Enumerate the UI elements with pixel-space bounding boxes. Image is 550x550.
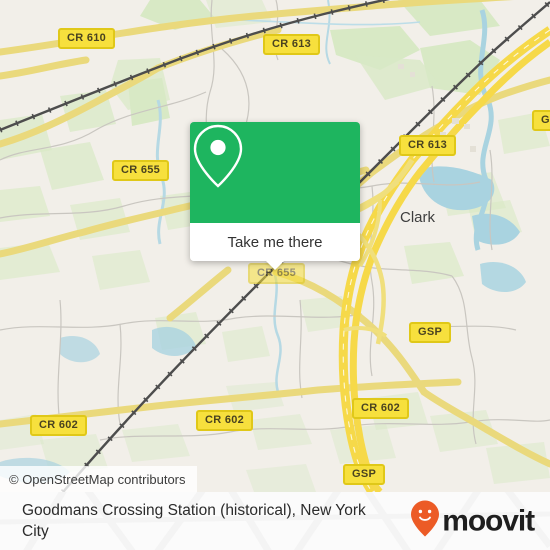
moovit-logo[interactable]: moovit bbox=[410, 500, 535, 543]
screenshot-root: CR 610 CR 613 CR 613 GSP CR 655 CR 655 G… bbox=[0, 0, 550, 550]
footer-bar: Goodmans Crossing Station (historical), … bbox=[0, 492, 550, 550]
road-shield: CR 602 bbox=[196, 410, 254, 431]
road-shield: CR 602 bbox=[30, 415, 88, 436]
road-shield: CR 613 bbox=[263, 34, 321, 55]
road-shield: CR 610 bbox=[58, 28, 116, 49]
popup-card-footer[interactable]: Take me there bbox=[190, 223, 360, 270]
moovit-wordmark: moovit bbox=[442, 504, 535, 537]
page-title: Goodmans Crossing Station (historical), … bbox=[22, 502, 366, 540]
map-attribution[interactable]: © OpenStreetMap contributors bbox=[0, 466, 197, 492]
attribution-text: © OpenStreetMap contributors bbox=[9, 471, 186, 487]
popup-card-header bbox=[190, 122, 360, 223]
road-shield: GSP bbox=[409, 322, 452, 343]
road-shield: GSP bbox=[532, 110, 550, 131]
road-shield: CR 602 bbox=[352, 398, 410, 419]
road-shield: CR 655 bbox=[112, 160, 170, 181]
road-shield: GSP bbox=[343, 464, 386, 485]
map-canvas[interactable]: CR 610 CR 613 CR 613 GSP CR 655 CR 655 G… bbox=[0, 0, 550, 492]
road-shield: CR 613 bbox=[399, 135, 457, 156]
place-label-clark: Clark bbox=[400, 209, 436, 226]
moovit-smile-pin-icon bbox=[410, 500, 440, 543]
take-me-there-button[interactable]: Take me there bbox=[227, 234, 322, 251]
destination-popup-card[interactable]: Take me there bbox=[190, 122, 360, 270]
popup-card-tail bbox=[265, 260, 285, 270]
